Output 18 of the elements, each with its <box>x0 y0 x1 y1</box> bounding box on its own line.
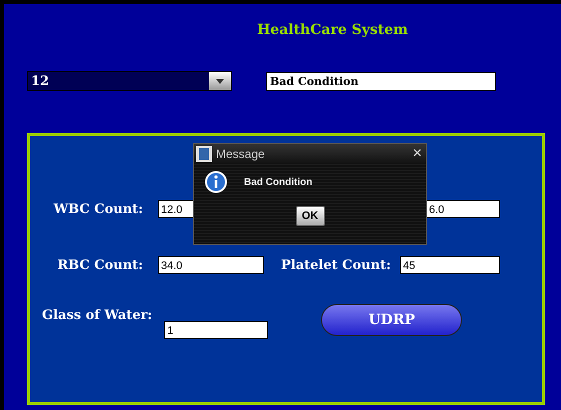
field-label: Platelet Count: <box>280 258 389 272</box>
patient-dropdown[interactable]: 12 <box>27 71 232 91</box>
input-field[interactable]: 34.0 <box>158 256 264 274</box>
app-icon <box>196 146 212 162</box>
field-label: WBC Count: <box>52 202 144 216</box>
close-button[interactable]: × <box>412 146 422 162</box>
field-label: Glass of Water: <box>42 308 152 325</box>
input-field[interactable]: 1 <box>164 321 268 339</box>
input-field[interactable]: 45 <box>400 256 500 274</box>
dialog-message: Bad Condition <box>244 176 312 188</box>
udrp-button[interactable]: UDRP <box>321 304 462 336</box>
app-title: HealthCare System <box>256 21 409 40</box>
caret-icon[interactable] <box>209 72 231 90</box>
condition-field[interactable]: Bad Condition <box>266 72 496 90</box>
dialog-title: Message <box>216 147 266 161</box>
field-label: RBC Count: <box>56 258 144 272</box>
ok-button[interactable]: OK <box>296 206 324 226</box>
info-icon <box>204 170 228 194</box>
